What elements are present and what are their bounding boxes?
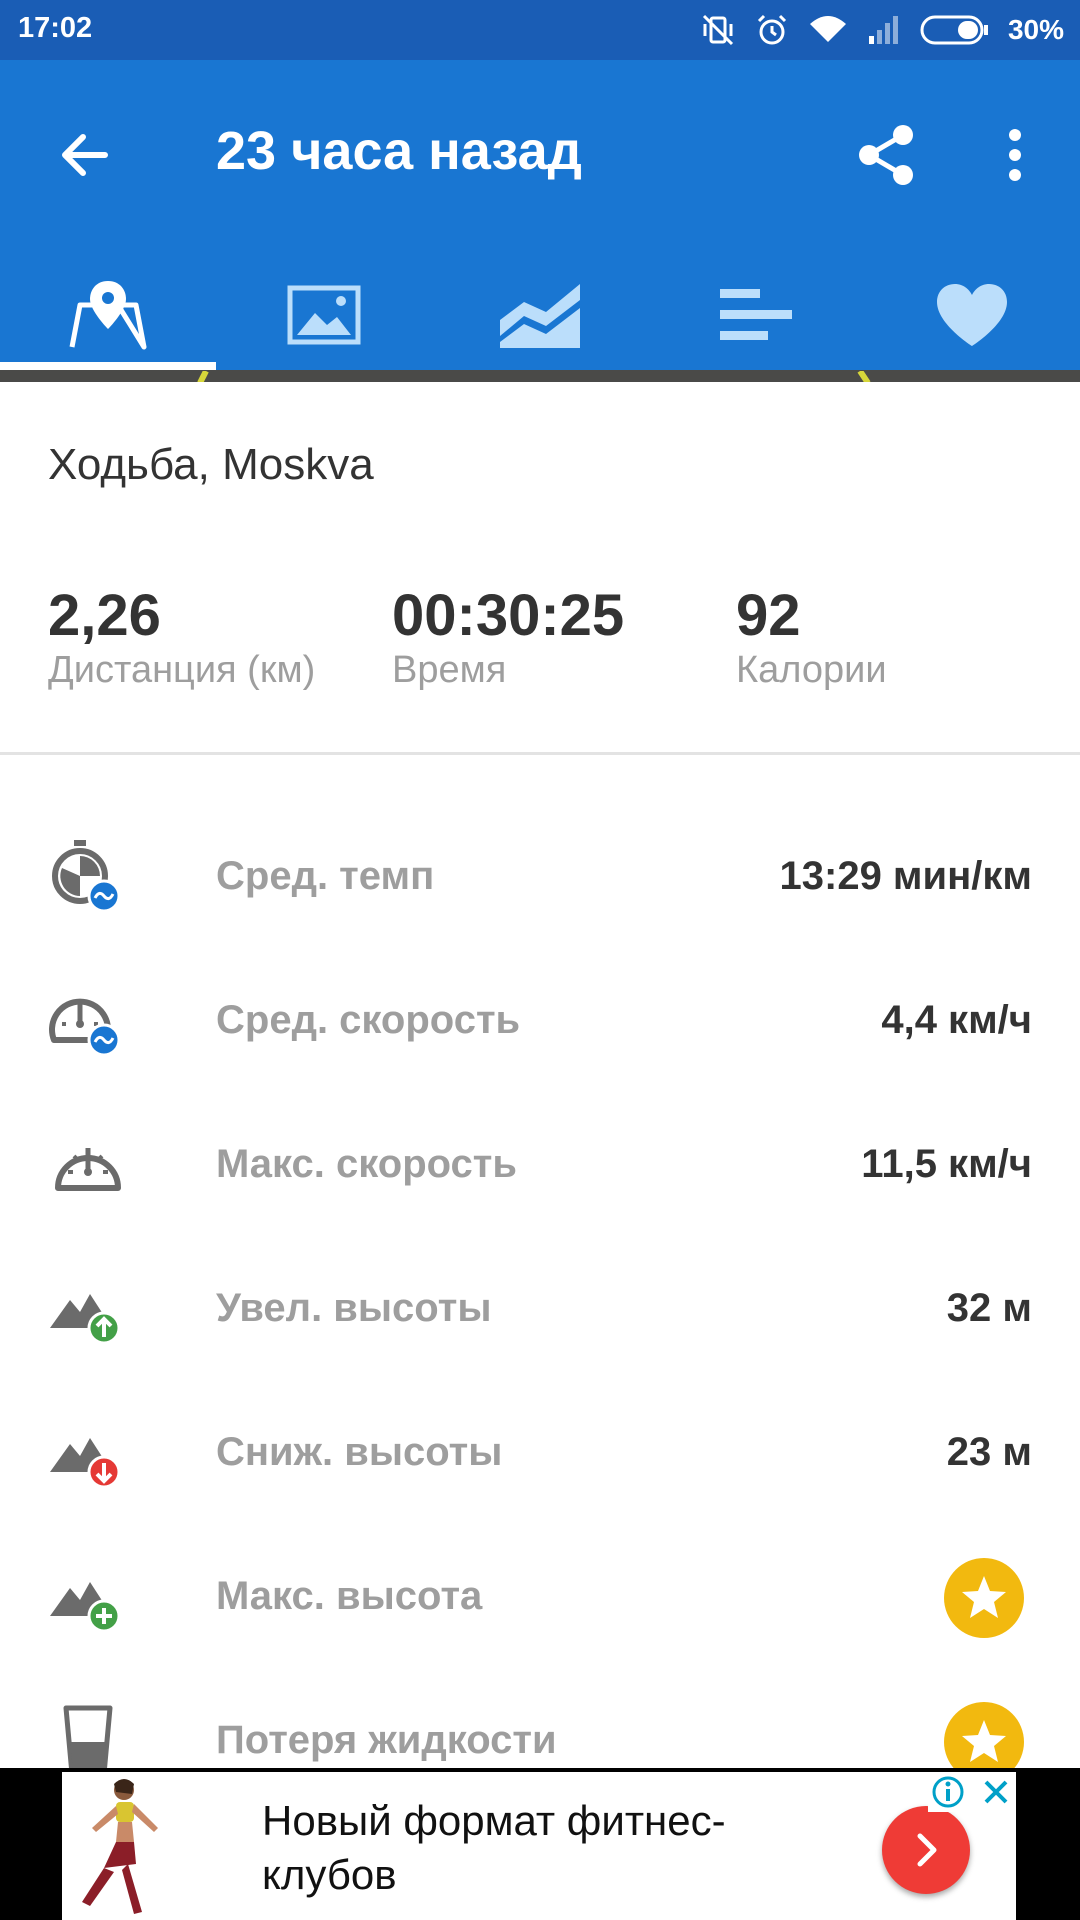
summary-distance: 2,26 Дистанция (км) xyxy=(48,582,315,692)
calories-value: 92 xyxy=(736,583,801,648)
avg-pace-icon xyxy=(52,840,121,913)
ad-content[interactable]: Новый формат фитнес-клубов xyxy=(62,1772,1016,1920)
alarm-icon xyxy=(754,12,790,48)
tab-photos[interactable] xyxy=(216,260,432,370)
activity-title: Ходьба, Moskva xyxy=(48,440,374,489)
app-bar: 23 часа назад xyxy=(0,60,1080,370)
close-icon xyxy=(984,1780,1008,1804)
elevation-gain-icon xyxy=(50,1294,121,1345)
ad-text: Новый формат фитнес-клубов xyxy=(262,1797,726,1898)
summary-duration: 00:30:25 Время xyxy=(392,582,624,692)
ad-go-button[interactable] xyxy=(882,1806,970,1894)
tab-map[interactable] xyxy=(0,260,216,370)
battery-percent: 30% xyxy=(1007,14,1064,45)
star-icon xyxy=(962,1576,1006,1618)
ad-image xyxy=(82,1779,158,1914)
tab-heart-rate[interactable] xyxy=(864,260,1080,370)
metric-label: Макс. скорость xyxy=(216,1142,517,1186)
avg-speed-icon xyxy=(49,998,121,1057)
section-divider xyxy=(0,752,1080,755)
vibrate-off-icon xyxy=(700,12,736,48)
status-icons: 30% xyxy=(700,8,1064,52)
metric-row-avg-pace: Сред. темп 13:29 мин/км xyxy=(0,818,1080,938)
summary-calories: 92 Калории xyxy=(736,582,887,692)
tab-bar xyxy=(0,260,1080,370)
metric-value: 13:29 мин/км xyxy=(779,854,1032,898)
metric-row-max-speed: Макс. скорость 11,5 км/ч xyxy=(0,1106,1080,1226)
wifi-icon xyxy=(808,12,848,48)
max-elevation-icon xyxy=(50,1582,121,1633)
metric-value: 4,4 км/ч xyxy=(881,998,1032,1042)
chevron-right-icon xyxy=(917,1833,937,1867)
tab-splits[interactable] xyxy=(648,260,864,370)
metric-value: 23 м xyxy=(946,1430,1032,1474)
ad-banner: Новый формат фитнес-клубов xyxy=(0,1768,1080,1920)
share-button[interactable] xyxy=(842,110,932,200)
share-icon xyxy=(859,125,913,185)
back-button[interactable] xyxy=(40,110,130,200)
distance-value: 2,26 xyxy=(48,583,161,648)
metric-label: Увел. высоты xyxy=(216,1286,492,1330)
metric-row-max-elevation: Макс. высота xyxy=(0,1538,1080,1658)
ad-info-button[interactable] xyxy=(928,1772,968,1812)
metric-value: 11,5 км/ч xyxy=(861,1142,1032,1186)
ad-close-button[interactable] xyxy=(976,1772,1016,1812)
more-options-button[interactable] xyxy=(980,110,1050,200)
max-speed-icon xyxy=(55,1148,121,1191)
photo-icon xyxy=(287,285,361,345)
duration-value: 00:30:25 xyxy=(392,583,625,648)
metric-label: Макс. высота xyxy=(216,1574,483,1618)
map-preview-strip[interactable] xyxy=(0,370,1080,382)
calories-label: Калории xyxy=(736,649,887,691)
info-icon xyxy=(932,1776,964,1808)
map-pin-icon xyxy=(69,281,147,350)
tab-selected-indicator xyxy=(0,362,216,370)
metric-label: Сниж. высоты xyxy=(216,1430,503,1474)
metric-label: Сред. скорость xyxy=(216,998,521,1042)
more-vert-icon xyxy=(1009,129,1021,181)
battery-icon xyxy=(920,14,990,46)
premium-badge[interactable] xyxy=(944,1558,1024,1638)
metric-row-elevation-gain: Увел. высоты 32 м xyxy=(0,1250,1080,1370)
metric-row-avg-speed: Сред. скорость 4,4 км/ч xyxy=(0,962,1080,1082)
duration-label: Время xyxy=(392,649,507,691)
star-icon xyxy=(962,1720,1006,1762)
splits-list-icon xyxy=(720,289,792,340)
metric-label: Сред. темп xyxy=(216,854,435,898)
metric-value: 32 м xyxy=(946,1286,1032,1330)
distance-label: Дистанция (км) xyxy=(48,649,316,691)
metric-label: Потеря жидкости xyxy=(216,1718,557,1762)
status-bar: 17:02 30% xyxy=(0,0,1080,60)
heart-icon xyxy=(937,284,1007,346)
page-title: 23 часа назад xyxy=(216,121,582,181)
arrow-back-icon xyxy=(62,134,108,176)
metric-row-elevation-loss: Сниж. высоты 23 м xyxy=(0,1394,1080,1514)
tab-charts[interactable] xyxy=(432,260,648,370)
chart-area-icon xyxy=(500,284,580,348)
status-time: 17:02 xyxy=(18,12,93,44)
signal-icon xyxy=(866,12,902,48)
elevation-loss-icon xyxy=(50,1438,121,1489)
